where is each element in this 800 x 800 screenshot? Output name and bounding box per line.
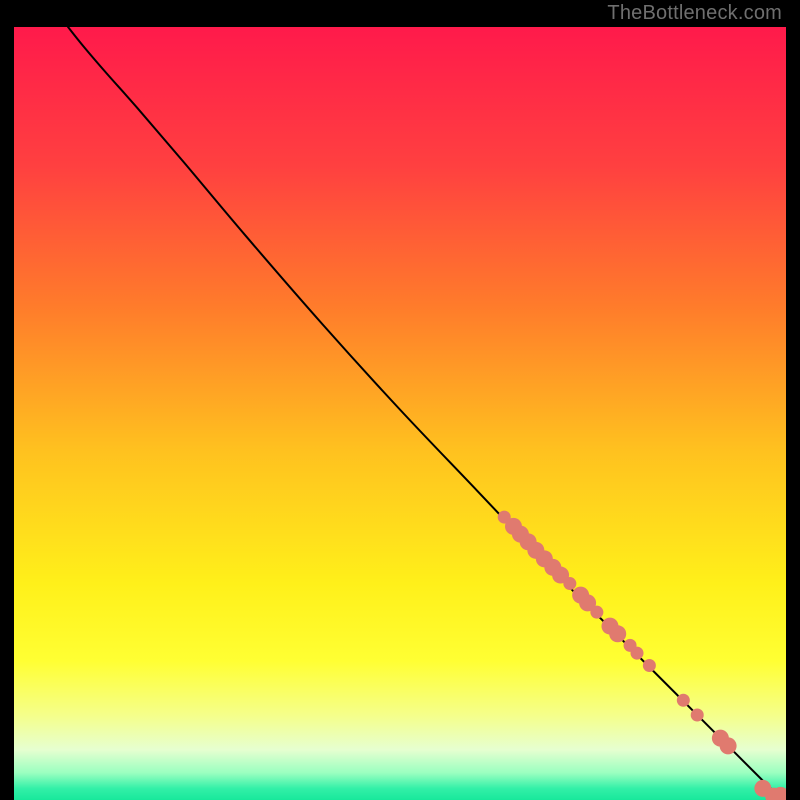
scatter-point	[677, 694, 690, 707]
chart-stage: TheBottleneck.com	[0, 0, 800, 800]
scatter-point	[609, 625, 626, 642]
scatter-point	[590, 606, 603, 619]
scatter-point	[643, 659, 656, 672]
scatter-point	[563, 577, 576, 590]
scatter-point	[631, 647, 644, 660]
plot-background	[14, 27, 786, 800]
scatter-point	[691, 708, 704, 721]
bottleneck-chart	[14, 27, 786, 800]
attribution-label: TheBottleneck.com	[607, 2, 782, 25]
scatter-point	[720, 737, 737, 754]
